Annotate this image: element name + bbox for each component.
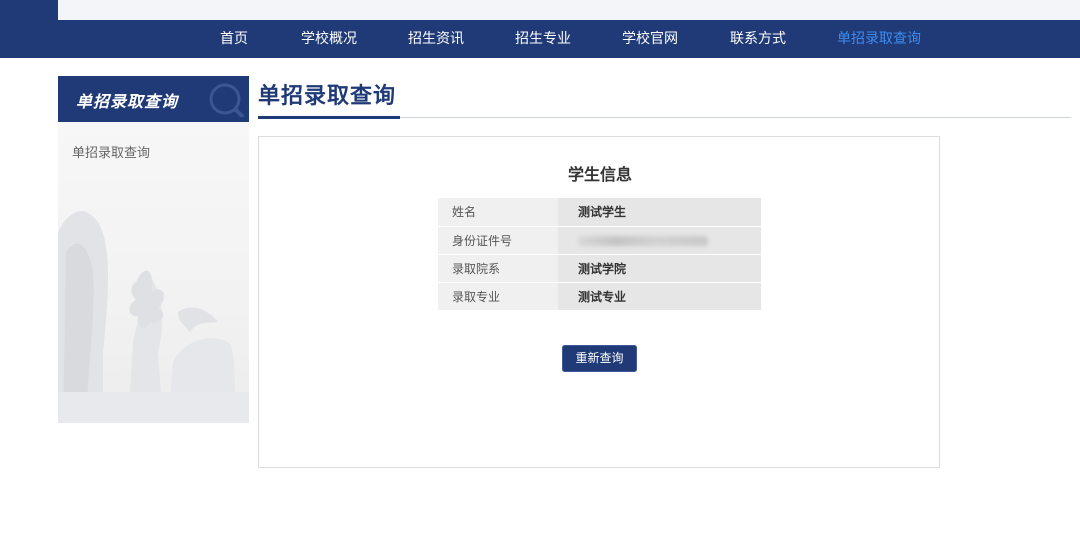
row-value-department: 测试学院 [558, 254, 761, 283]
landscape-illustration [58, 211, 249, 423]
table-row: 身份证件号 [438, 226, 761, 255]
top-band [0, 0, 1080, 20]
nav-item-admission-news[interactable]: 招生资讯 [408, 20, 464, 58]
nav-item-contact[interactable]: 联系方式 [730, 20, 786, 58]
sidebar-body: 单招录取查询 [58, 122, 249, 423]
requery-button[interactable]: 重新查询 [562, 345, 637, 372]
redacted-id-number [578, 235, 708, 246]
row-label-major: 录取专业 [438, 282, 558, 311]
student-info-table: 姓名 测试学生 身份证件号 录取院系 测试学院 录取专业 测试专业 [438, 198, 761, 311]
sidebar-item-admission-query[interactable]: 单招录取查询 [72, 142, 150, 161]
nav-item-home[interactable]: 首页 [220, 20, 248, 58]
main-nav: 首页 学校概况 招生资讯 招生专业 学校官网 联系方式 单招录取查询 [0, 20, 1080, 58]
nav-item-school-overview[interactable]: 学校概况 [301, 20, 357, 58]
sidebar-header: 单招录取查询 [58, 76, 249, 122]
table-row: 录取专业 测试专业 [438, 282, 761, 311]
table-row: 姓名 测试学生 [438, 198, 761, 227]
row-label-name: 姓名 [438, 198, 558, 227]
row-value-name: 测试学生 [558, 198, 761, 227]
row-value-id-number [558, 226, 761, 255]
row-label-department: 录取院系 [438, 254, 558, 283]
table-row: 录取院系 测试学院 [438, 254, 761, 283]
panel-title: 学生信息 [567, 165, 632, 184]
student-info-panel: 学生信息 姓名 测试学生 身份证件号 录取院系 测试学院 录取专业 测试专业 重… [258, 136, 940, 468]
nav-item-admission-query[interactable]: 单招录取查询 [837, 20, 921, 58]
page-title: 单招录取查询 [258, 84, 397, 109]
nav-item-school-website[interactable]: 学校官网 [622, 20, 678, 58]
row-value-major: 测试专业 [558, 282, 761, 311]
sidebar-header-title: 单招录取查询 [76, 92, 179, 111]
top-band-corner [0, 0, 58, 20]
nav-item-majors[interactable]: 招生专业 [515, 20, 571, 58]
row-label-id-number: 身份证件号 [438, 226, 558, 255]
magnifier-icon [209, 83, 244, 117]
title-divider-accent [258, 116, 400, 119]
